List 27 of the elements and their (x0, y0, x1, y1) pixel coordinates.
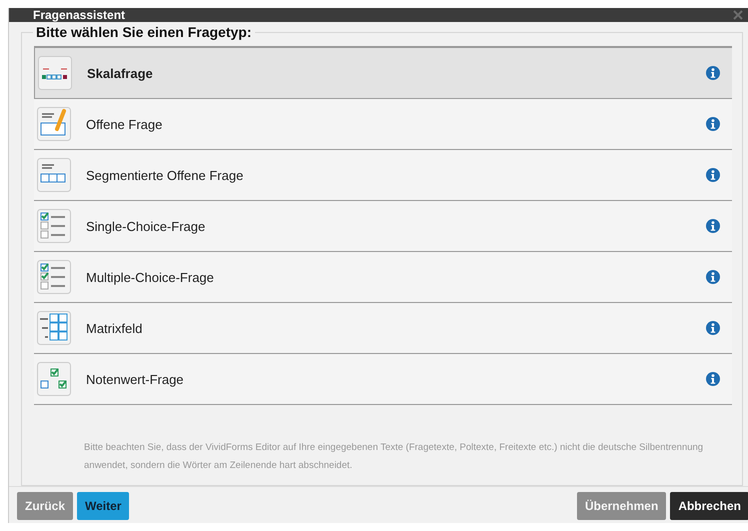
question-type-label: Skalafrage (87, 66, 154, 81)
question-type-label: Matrixfeld (86, 320, 144, 336)
info-icon[interactable] (706, 372, 720, 386)
info-icon[interactable] (706, 219, 720, 234)
info-icon[interactable] (706, 168, 720, 182)
question-type-icon (38, 56, 72, 90)
question-type-icon (37, 362, 71, 396)
question-type-label: Multiple-Choice-Frage (86, 270, 215, 285)
question-type-icon (37, 311, 71, 346)
question-type-label: Single-Choice-Frage (86, 218, 206, 234)
info-icon[interactable] (706, 66, 720, 80)
info-icon[interactable] (706, 321, 720, 336)
question-type-icon (37, 107, 71, 142)
question-type-label: Segmentierte Offene Frage (86, 168, 244, 183)
hyphenation-note: Bitte beachten Sie, dass der VividForms Editor auf Ihre eingegebenen Texte (Fragetexte, Poltexte, Freitexte etc.) nicht die deutsche Silbentrennung anwendet, sondern die Wörter am Zeilenende hart abschneidet. (84, 441, 704, 474)
question-type-item[interactable]: Skalafrage (34, 46, 732, 100)
info-icon[interactable] (706, 117, 720, 132)
question-type-label: Notenwert-Frage (86, 372, 185, 387)
prompt-heading: Bitte wählen Sie einen Fragetyp: (35, 24, 252, 40)
window-title: Fragenassistent (33, 8, 126, 22)
dialog-button[interactable]: Weiter (77, 492, 130, 520)
question-type-icon (37, 209, 71, 244)
info-icon[interactable] (706, 270, 720, 284)
question-type-label: Offene Frage (86, 116, 164, 132)
question-type-icon (37, 260, 71, 294)
dialog-button[interactable]: Abbrechen (670, 492, 748, 520)
question-type-icon (37, 158, 71, 192)
